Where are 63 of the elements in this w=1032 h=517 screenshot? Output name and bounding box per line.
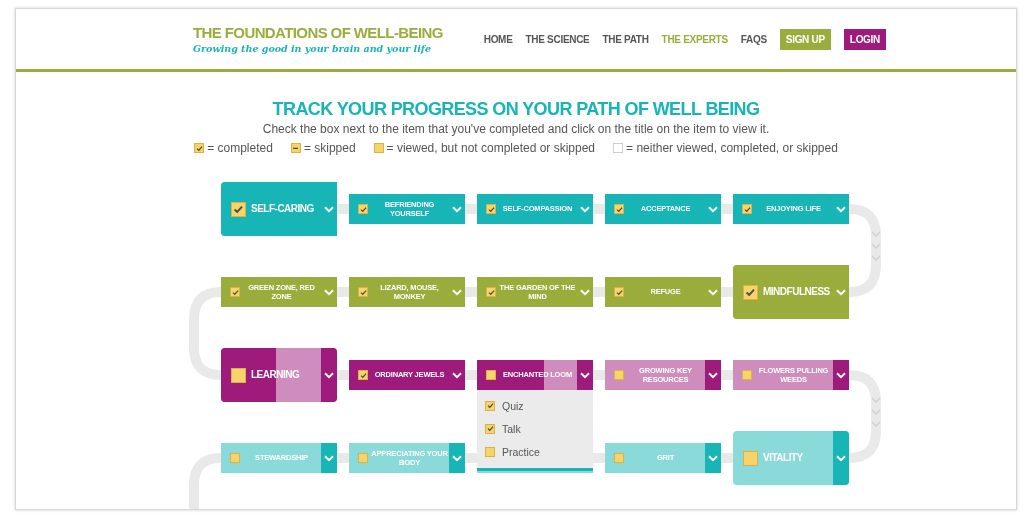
checkmark-icon [231, 288, 239, 296]
legend-label: = completed [207, 141, 273, 155]
checkmark-icon [743, 205, 751, 213]
checkbox[interactable] [742, 204, 752, 214]
checkbox[interactable] [486, 287, 496, 297]
node-title[interactable]: SELF-CARING [246, 202, 321, 216]
checkbox[interactable] [358, 370, 368, 380]
legend-label: = neither viewed, completed, or skipped [626, 141, 838, 155]
instructions: Check the box next to the item that you've completed and click on the title on the item to view it. [262, 122, 770, 136]
checkbox[interactable] [486, 204, 496, 214]
checkbox[interactable] [485, 400, 495, 411]
node-title[interactable]: MINDFULNESS [758, 285, 833, 299]
checkbox[interactable] [230, 287, 240, 297]
path-node[interactable]: SELF-CARING [221, 182, 337, 236]
logo-title[interactable]: THE FOUNDATIONS OF WELL-BEING [193, 24, 443, 41]
chevron-down-icon[interactable] [324, 371, 334, 379]
checkmark-icon [359, 205, 367, 213]
checkbox[interactable] [614, 287, 624, 297]
node-title[interactable]: VITALITY [758, 451, 833, 465]
nav-link[interactable]: THE PATH [602, 33, 649, 45]
checkbox[interactable] [614, 204, 624, 214]
path-node[interactable]: LEARNING [221, 348, 337, 402]
checkmark-icon [615, 288, 623, 296]
nav-link[interactable]: THE SCIENCE [525, 33, 590, 45]
checkmark-icon [486, 402, 494, 410]
checkmark-icon [359, 288, 367, 296]
checkmark-icon [487, 288, 495, 296]
checkbox[interactable] [358, 453, 368, 463]
checkmark-icon [487, 205, 495, 213]
page-title: TRACK YOUR PROGRESS ON YOUR PATH OF WELL BEING [272, 98, 760, 120]
checkbox[interactable] [358, 287, 368, 297]
chevron-down-icon[interactable] [836, 371, 846, 379]
checkbox[interactable] [230, 453, 240, 463]
nav-link[interactable]: THE EXPERTS [661, 33, 728, 45]
chevron-down-icon[interactable] [452, 371, 462, 379]
checkbox[interactable] [358, 204, 368, 214]
checkmark-icon [359, 371, 367, 379]
menu-item[interactable]: Quiz [502, 399, 524, 412]
checkmark-icon [233, 203, 244, 215]
legend-label: = viewed, but not completed or skipped [386, 141, 596, 155]
checkbox[interactable] [743, 450, 758, 466]
checkbox[interactable] [485, 447, 495, 458]
checkbox[interactable] [614, 370, 624, 380]
path-node[interactable]: MINDFULNESS [733, 265, 849, 319]
checkbox[interactable] [485, 424, 495, 434]
checkmark-icon [486, 425, 494, 433]
nav-button[interactable]: LOGIN [843, 28, 886, 50]
checkmark-icon [745, 286, 756, 298]
node-title[interactable]: LEARNING [246, 368, 321, 382]
chevron-down-icon[interactable] [708, 371, 718, 379]
nav-link[interactable]: FAQS [740, 33, 767, 45]
nav-button[interactable]: SIGN UP [779, 28, 831, 50]
legend-label: = skipped [303, 141, 356, 155]
menu-item[interactable]: Talk [502, 423, 521, 435]
chevron-down-icon[interactable] [580, 371, 590, 379]
nav-link[interactable]: HOME [483, 33, 513, 45]
tagline: Growing the good in your brain and your life [193, 43, 432, 54]
checkbox[interactable] [486, 370, 496, 380]
menu-item[interactable]: Practice [502, 446, 540, 459]
path-node[interactable]: VITALITY [733, 431, 849, 485]
checkmark-icon [615, 205, 623, 213]
checkbox[interactable] [614, 453, 624, 463]
checkbox[interactable] [742, 370, 752, 380]
